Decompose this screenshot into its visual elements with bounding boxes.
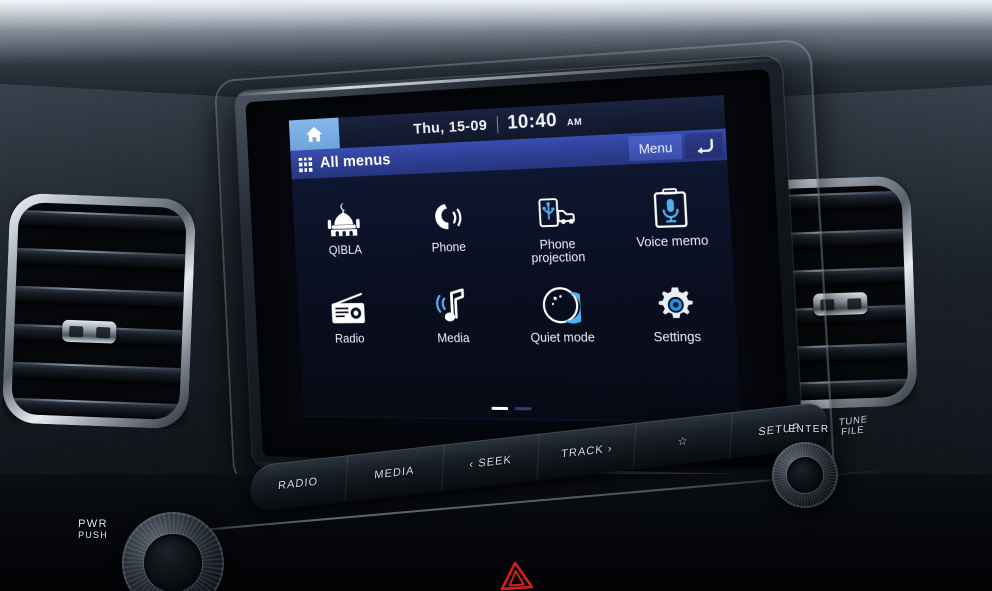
back-arrow-icon (692, 136, 716, 155)
tune-file-label: TUNE FILE (838, 414, 869, 439)
hw-button-seek[interactable]: ‹ SEEK (441, 433, 541, 492)
pwr-label: PWR (78, 518, 108, 530)
menu-row-2: Radio Media Quiet mode Settings (297, 274, 737, 346)
menu-item-label: Phone (431, 240, 467, 255)
status-bar-spacer (665, 112, 724, 115)
page-title: All menus (319, 151, 392, 172)
menu-item-label: Voice memo (636, 233, 709, 250)
vent-right-control[interactable] (813, 291, 868, 316)
hw-button-favorite[interactable]: ☆ (633, 412, 734, 470)
menu-item-radio[interactable]: Radio (297, 280, 401, 346)
dashboard-scene: Thu, 15-09 10:40 AM All menus Menu QIBLA… (0, 0, 992, 591)
hw-button-track[interactable]: TRACK › (537, 422, 637, 481)
hw-button-label: RADIO (277, 475, 319, 493)
menu-row-1: QIBLA Phone Phone projection Voice memo (293, 177, 733, 271)
power-knob-label: PWR PUSH (58, 518, 128, 540)
menu-item-label: Quiet mode (530, 330, 596, 345)
grid-apps-icon (298, 156, 313, 172)
home-icon (305, 126, 323, 143)
music-note-icon (432, 287, 472, 327)
hw-button-radio[interactable]: RADIO (249, 455, 349, 513)
menu-button[interactable]: Menu (628, 133, 683, 162)
menu-item-qibla[interactable]: QIBLA (293, 190, 398, 270)
push-label: PUSH (78, 530, 108, 540)
menu-item-quiet-mode[interactable]: Quiet mode (504, 276, 619, 345)
menu-item-voice-memo[interactable]: Voice memo (611, 177, 733, 264)
air-vent-left[interactable] (1, 192, 197, 430)
hw-button-label: ‹ SEEK (469, 453, 513, 471)
gear-icon (657, 287, 694, 319)
enter-knob-label: ENTER (778, 424, 840, 435)
date-text: Thu, 15-09 (412, 116, 488, 138)
ampm-text: AM (566, 116, 583, 128)
enter-label: ENTER (788, 424, 830, 435)
star-icon: ☆ (677, 434, 689, 448)
menu-item-label: Phone projection (530, 237, 586, 266)
hazard-button[interactable] (497, 559, 535, 591)
menu-item-label: Media (437, 331, 470, 346)
page-dot-1[interactable] (491, 406, 508, 411)
menu-item-phone-projection[interactable]: Phone projection (499, 182, 615, 266)
hw-button-label: MEDIA (373, 464, 415, 482)
page-indicator[interactable] (303, 404, 741, 413)
menu-button-label: Menu (638, 139, 673, 157)
hw-button-media[interactable]: MEDIA (345, 444, 445, 502)
menu-item-phone[interactable]: Phone (393, 186, 503, 268)
vent-left-control[interactable] (61, 319, 117, 344)
phone-usb-car-icon (533, 195, 579, 233)
microphone-clipboard-icon (651, 187, 689, 230)
menu-item-settings[interactable]: Settings (616, 274, 738, 345)
home-button[interactable] (288, 117, 340, 151)
menu-item-media[interactable]: Media (398, 278, 508, 345)
page-dot-2[interactable] (514, 406, 532, 411)
clock-divider (496, 115, 499, 133)
phone-handset-icon (432, 203, 468, 232)
crescent-moon-icon (540, 285, 582, 326)
mosque-icon (327, 202, 361, 237)
all-menus-grid: QIBLA Phone Phone projection Voice memo … (291, 160, 742, 422)
menu-item-label: QIBLA (328, 242, 363, 258)
menu-item-label: Settings (653, 329, 702, 345)
back-button[interactable] (684, 131, 724, 159)
touchscreen-display[interactable]: Thu, 15-09 10:40 AM All menus Menu QIBLA… (288, 95, 742, 424)
time-text: 10:40 (506, 109, 558, 134)
hw-button-label: TRACK › (560, 442, 613, 461)
hazard-triangle-icon (500, 561, 534, 591)
menu-item-label: Radio (334, 331, 365, 346)
menu-item-label-line2: projection (531, 249, 586, 266)
radio-icon (328, 290, 369, 324)
